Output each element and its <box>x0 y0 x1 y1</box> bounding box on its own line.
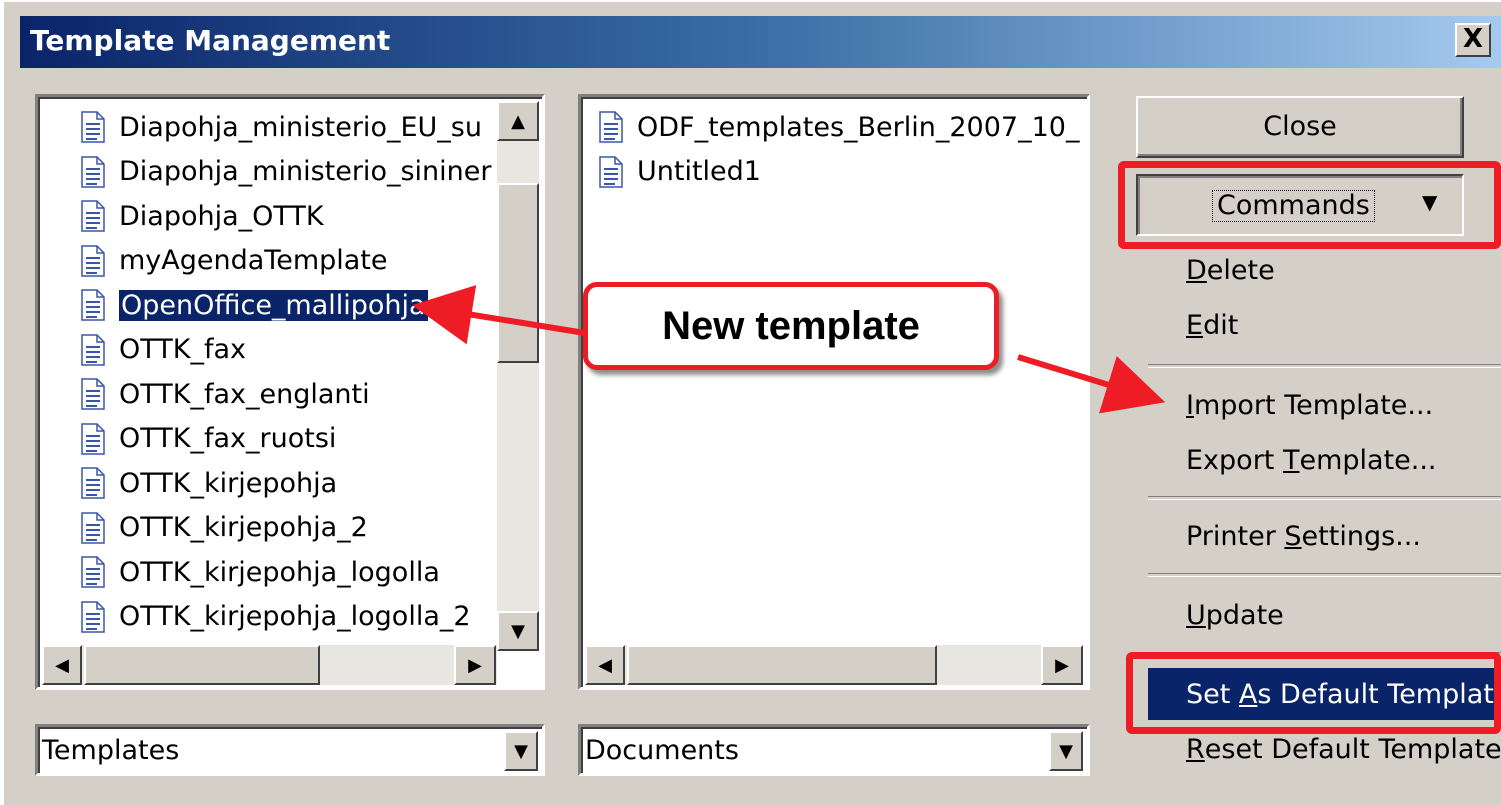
list-item-label: Untitled1 <box>637 156 761 187</box>
chevron-down-icon[interactable]: ▼ <box>504 731 538 771</box>
scroll-thumb-horizontal[interactable] <box>627 645 937 685</box>
list-item[interactable]: OTTK_kirjepohja_2 <box>81 508 497 548</box>
annotation-box-set-default <box>1126 652 1501 734</box>
document-icon <box>599 111 623 143</box>
list-item-label: myAgendaTemplate <box>119 245 388 276</box>
scroll-thumb-horizontal[interactable] <box>84 645 320 685</box>
menu-item-text: dit <box>1203 309 1239 341</box>
menu-item-text: Printer <box>1186 520 1285 552</box>
close-button[interactable]: Close <box>1136 96 1464 158</box>
menu-item-text: Export <box>1186 444 1283 476</box>
menu-item-text: ettings... <box>1301 520 1421 552</box>
list-item-label: ODF_templates_Berlin_2007_10_ <box>637 111 1080 143</box>
menu-item-delete[interactable]: Delete <box>1148 244 1501 296</box>
documents-category-value: Documents <box>585 735 739 766</box>
list-item-label: OTTK_fax_ruotsi <box>119 423 337 454</box>
menu-item-mnemonic: R <box>1186 733 1205 765</box>
annotation-box-commands <box>1118 161 1501 249</box>
document-icon <box>81 111 105 143</box>
menu-separator <box>1148 573 1501 577</box>
menu-item-update[interactable]: Update <box>1148 589 1501 641</box>
document-icon <box>81 200 105 232</box>
menu-item-text: mport Template... <box>1193 389 1434 421</box>
list-item-label: OTTK_kirjepohja <box>119 467 338 499</box>
menu-item-import[interactable]: Import Template... <box>1148 379 1501 431</box>
list-item[interactable]: Diapohja_ministerio_EU_su <box>81 107 497 147</box>
document-icon <box>81 378 105 410</box>
list-item[interactable]: Diapohja_ministerio_sininer <box>81 152 497 192</box>
annotation-callout: New template <box>583 282 999 370</box>
list-item-label: OTTK_fax <box>119 334 246 365</box>
documents-list-horizontal-scrollbar[interactable]: ◀ ▶ <box>585 645 1083 685</box>
list-item[interactable]: Diapohja_OTTK <box>81 196 497 236</box>
list-item-label: OTTK_kirjepohja_logolla <box>119 556 440 588</box>
list-item-label: Diapohja_OTTK <box>119 200 324 232</box>
menu-item-text: elete <box>1206 254 1275 286</box>
menu-separator <box>1148 364 1501 368</box>
close-button-label: Close <box>1263 111 1337 142</box>
scroll-up-button[interactable]: ▲ <box>497 101 539 141</box>
menu-item-edit[interactable]: Edit <box>1148 299 1501 351</box>
annotation-callout-text: New template <box>662 303 920 348</box>
list-item[interactable]: OTTK_fax_englanti <box>81 374 497 414</box>
list-item[interactable]: OTTK_kirjepohja_logolla_2 <box>81 597 497 637</box>
window-title: Template Management <box>30 24 391 57</box>
menu-item-mnemonic: E <box>1186 309 1204 341</box>
chevron-down-icon[interactable]: ▼ <box>1049 731 1083 771</box>
list-item-label: OpenOffice_mallipohja <box>119 289 428 321</box>
list-item-label: OTTK_fax_englanti <box>119 378 370 410</box>
list-item[interactable]: OTTK_kirjepohja <box>81 463 497 503</box>
document-icon <box>81 467 105 499</box>
documents-list[interactable]: ODF_templates_Berlin_2007_10_ Untitled1 ◀… <box>578 94 1090 690</box>
list-item[interactable]: myAgendaTemplate <box>81 241 497 281</box>
list-item-label: OTTK_kirjepohja_2 <box>119 512 368 543</box>
list-item-label: Diapohja_ministerio_EU_su <box>119 111 482 143</box>
templates-category-select[interactable]: Templates ▼ <box>35 724 545 776</box>
document-icon <box>81 556 105 588</box>
document-icon <box>599 155 623 188</box>
scroll-left-button[interactable]: ◀ <box>585 645 625 685</box>
scroll-left-button[interactable]: ◀ <box>42 645 82 685</box>
menu-item-mnemonic: T <box>1282 444 1300 476</box>
list-item[interactable]: OTTK_kirjepohja_logolla <box>81 552 497 592</box>
scroll-right-button[interactable]: ▶ <box>1041 645 1083 685</box>
menu-item-mnemonic: I <box>1186 389 1194 421</box>
document-icon <box>81 422 105 455</box>
document-icon <box>81 511 105 544</box>
list-item[interactable]: ODF_templates_Berlin_2007_10_ <box>599 107 1085 147</box>
documents-category-select[interactable]: Documents ▼ <box>578 724 1090 776</box>
templates-category-value: Templates <box>42 735 180 766</box>
document-icon <box>81 244 105 277</box>
templates-list-vertical-scrollbar[interactable]: ▲ ▼ <box>497 101 539 651</box>
scroll-thumb[interactable] <box>497 183 539 363</box>
templates-list-horizontal-scrollbar[interactable]: ◀ ▶ <box>42 645 497 685</box>
menu-item-text: eset Default Template <box>1204 733 1501 765</box>
menu-item-mnemonic: D <box>1186 254 1207 286</box>
templates-list[interactable]: Diapohja_ministerio_EU_su Diapohja_minist… <box>35 94 545 690</box>
list-item[interactable]: OTTK_fax_ruotsi <box>81 419 497 459</box>
menu-item-printer[interactable]: Printer Settings... <box>1148 510 1501 562</box>
list-item[interactable]: Untitled1 <box>599 152 1085 192</box>
list-item-label: Diapohja_ministerio_sininer <box>119 156 492 187</box>
list-item[interactable]: OpenOffice_mallipohja <box>81 285 497 325</box>
list-item[interactable]: OTTK_fax <box>81 330 497 370</box>
scroll-down-button[interactable]: ▼ <box>497 611 539 651</box>
menu-item-text: emplate... <box>1299 444 1437 476</box>
title-bar: Template Management X <box>20 16 1501 68</box>
menu-item-mnemonic: U <box>1186 599 1206 631</box>
menu-item-mnemonic: S <box>1284 520 1302 552</box>
document-icon <box>81 333 105 366</box>
document-icon <box>81 155 105 188</box>
scroll-right-button[interactable]: ▶ <box>454 645 496 685</box>
document-icon <box>81 289 105 321</box>
list-item-label: OTTK_kirjepohja_logolla_2 <box>119 601 471 632</box>
document-icon <box>81 600 105 633</box>
menu-item-text: pdate <box>1205 599 1284 631</box>
menu-separator <box>1148 496 1501 500</box>
close-window-button[interactable]: X <box>1455 23 1491 57</box>
menu-item-export[interactable]: Export Template... <box>1148 434 1501 486</box>
